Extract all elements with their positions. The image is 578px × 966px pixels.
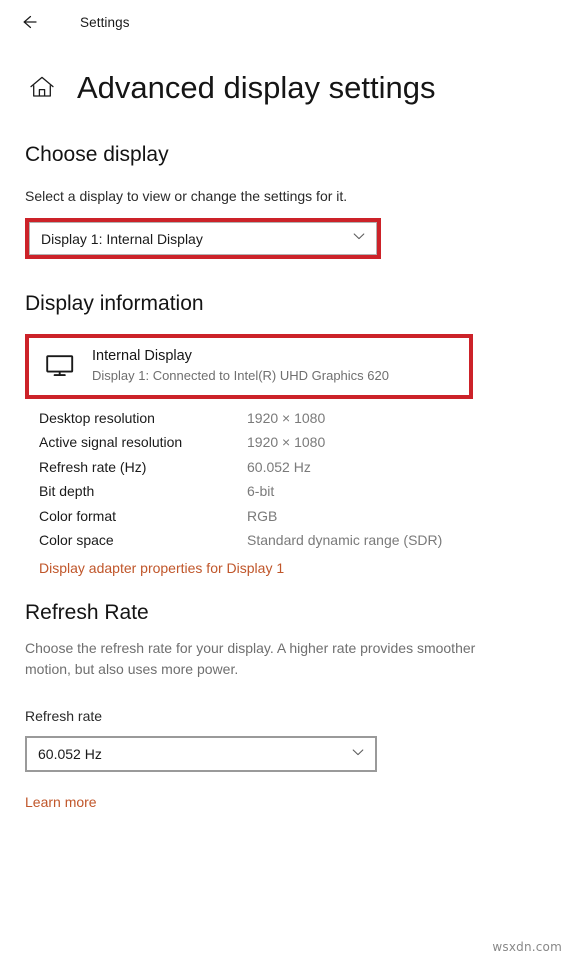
refresh-rate-select[interactable]: 60.052 Hz [25,736,377,773]
display-info-table: Desktop resolution 1920 × 1080 Active si… [39,410,442,557]
display-adapter-properties-link[interactable]: Display adapter properties for Display 1 [39,560,284,576]
info-label: Bit depth [39,483,95,500]
home-icon[interactable] [25,70,59,104]
choose-display-annotation-box: Display 1: Internal Display [25,218,381,260]
page-header: Advanced display settings [0,60,578,114]
display-information-annotation-box: Internal Display Display 1: Connected to… [25,333,473,399]
info-value: 1920 × 1080 [247,409,326,426]
window-title: Settings [80,14,130,30]
watermark: wsxdn.com [492,940,562,954]
refresh-rate-select-value: 60.052 Hz [38,746,102,763]
settings-content: Choose display Select a display to view … [0,142,578,812]
display-select[interactable]: Display 1: Internal Display [29,222,377,256]
info-label: Desktop resolution [39,409,155,426]
refresh-rate-field-label: Refresh rate [25,707,103,724]
page-title: Advanced display settings [77,69,436,105]
display-info-text: Internal Display Display 1: Connected to… [92,347,389,384]
info-label: Active signal resolution [39,434,183,451]
info-value: 6-bit [247,483,275,500]
info-label: Color format [39,507,117,524]
back-arrow-icon [19,12,39,32]
back-button[interactable] [14,7,44,37]
display-info-panel[interactable]: Internal Display Display 1: Connected to… [29,337,469,395]
table-row: Desktop resolution 1920 × 1080 [39,410,442,435]
chevron-down-icon [351,228,367,249]
learn-more-link[interactable]: Learn more [25,794,97,810]
monitor-icon [43,351,77,381]
choose-display-heading: Choose display [25,143,169,166]
table-row: Active signal resolution 1920 × 1080 [39,434,442,459]
display-subtitle: Display 1: Connected to Intel(R) UHD Gra… [92,368,389,384]
info-label: Color space [39,532,114,549]
title-bar: Settings [0,0,578,44]
info-value: Standard dynamic range (SDR) [247,532,443,549]
display-select-value: Display 1: Internal Display [41,230,203,247]
display-name: Internal Display [92,348,192,365]
table-row: Bit depth 6-bit [39,483,442,508]
refresh-rate-description: Choose the refresh rate for your display… [25,639,476,677]
info-label: Refresh rate (Hz) [39,458,147,475]
info-value: 60.052 Hz [247,458,311,475]
table-row: Color format RGB [39,508,442,533]
display-information-heading: Display information [25,292,204,316]
table-row: Color space Standard dynamic range (SDR) [39,532,442,557]
info-value: RGB [247,507,278,524]
refresh-rate-heading: Refresh Rate [25,600,149,624]
choose-display-description: Select a display to view or change the s… [25,188,348,205]
info-value: 1920 × 1080 [247,434,326,451]
chevron-down-icon [350,744,366,765]
table-row: Refresh rate (Hz) 60.052 Hz [39,459,442,484]
